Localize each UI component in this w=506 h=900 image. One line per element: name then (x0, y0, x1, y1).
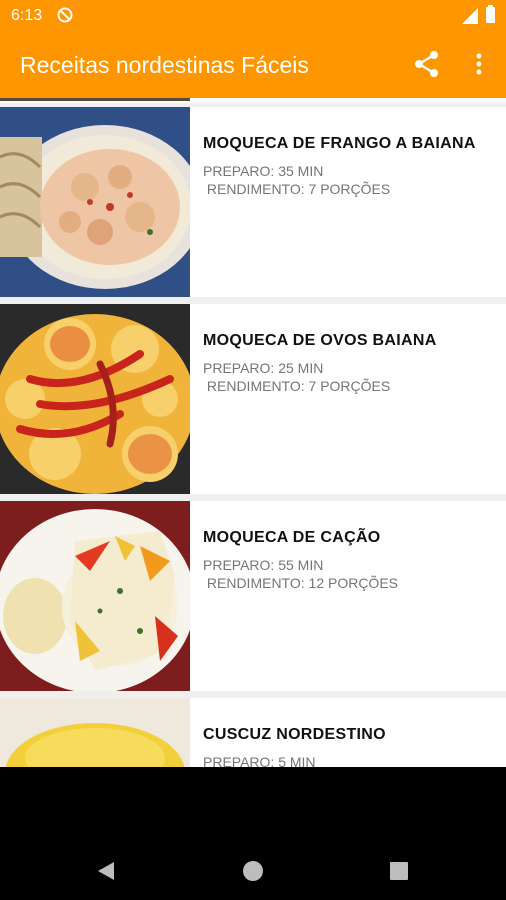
recipe-prep-time: PREPARO: 25 MIN (203, 360, 324, 376)
app-bar: 6:13 Receitas nordestinas Fáceis (0, 0, 506, 98)
list-item[interactable] (0, 98, 506, 103)
share-icon[interactable] (413, 50, 441, 78)
recipe-title: CUSCUZ NORDESTINO (203, 726, 386, 743)
home-icon[interactable] (243, 861, 263, 881)
recipe-yield: RENDIMENTO: 7 PORÇÕES (203, 181, 391, 197)
do-not-disturb-icon (57, 7, 73, 23)
recipe-yield: RENDIMENTO: 7 PORÇÕES (203, 378, 391, 394)
recipe-image (0, 698, 190, 767)
recipe-prep-time: PREPARO: 35 MIN (203, 163, 324, 179)
recipe-card[interactable]: MOQUECA DE FRANGO A BAIANA PREPARO: 35 M… (0, 107, 506, 297)
recipe-image (0, 304, 190, 494)
recipe-image (0, 501, 190, 691)
more-vert-icon[interactable] (469, 50, 489, 78)
recipe-image (0, 98, 190, 101)
page-title: Receitas nordestinas Fáceis (20, 52, 309, 78)
recipe-title: MOQUECA DE OVOS BAIANA (203, 332, 437, 349)
recipe-prep-time: PREPARO: 55 MIN (203, 557, 324, 573)
recipe-yield: RENDIMENTO: 12 PORÇÕES (203, 575, 399, 591)
recipe-title: MOQUECA DE FRANGO A BAIANA (203, 135, 476, 152)
battery-icon (486, 5, 495, 23)
recipe-list[interactable]: MOQUECA DE FRANGO A BAIANA PREPARO: 35 M… (0, 98, 506, 767)
recipe-card[interactable]: MOQUECA DE CAÇÃO PREPARO: 55 MIN RENDIME… (0, 501, 506, 691)
recipe-image (0, 107, 190, 297)
recipe-card[interactable]: MOQUECA DE OVOS BAIANA PREPARO: 25 MIN R… (0, 304, 506, 494)
recipe-card[interactable]: CUSCUZ NORDESTINO PREPARO: 5 MIN (0, 698, 506, 767)
recipe-title: MOQUECA DE CAÇÃO (203, 529, 381, 546)
signal-icon (462, 8, 478, 24)
recents-icon[interactable] (390, 862, 408, 880)
back-icon[interactable] (96, 861, 116, 881)
status-bar: 6:13 (0, 0, 506, 32)
status-time: 6:13 (11, 7, 43, 24)
recipe-prep-time: PREPARO: 5 MIN (203, 754, 316, 767)
